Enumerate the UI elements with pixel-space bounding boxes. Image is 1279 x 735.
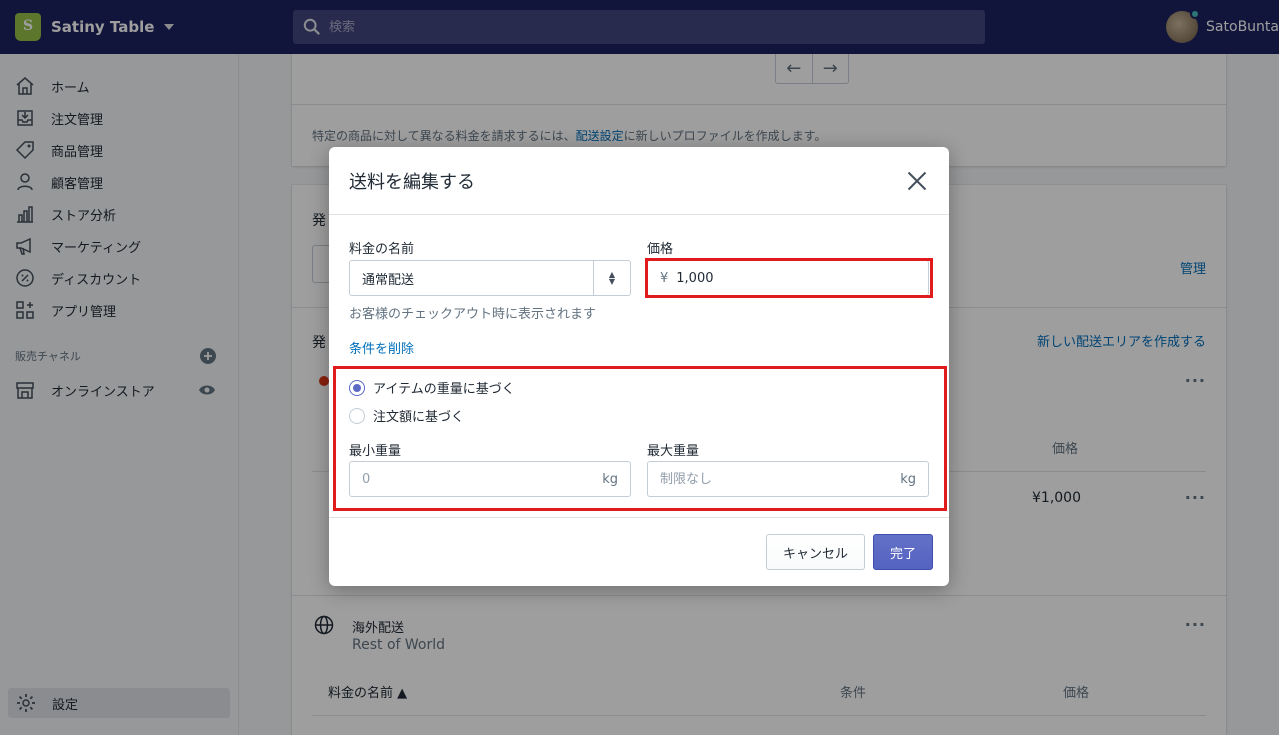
- conditions-highlight-box: [333, 366, 947, 511]
- cancel-button[interactable]: キャンセル: [766, 534, 865, 570]
- done-button[interactable]: 完了: [873, 534, 933, 570]
- price-highlight-box: [645, 258, 933, 298]
- rate-name-value: 通常配送: [362, 272, 415, 288]
- modal-title: 送料を編集する: [349, 171, 475, 193]
- rate-name-help: お客様のチェックアウト時に表示されます: [349, 307, 597, 322]
- modal-header: 送料を編集する: [329, 147, 949, 215]
- modal-footer: キャンセル 完了: [329, 517, 949, 586]
- close-icon[interactable]: [905, 169, 929, 193]
- rate-name-label: 料金の名前: [349, 242, 415, 257]
- select-arrows-icon: ▲ ▼: [593, 261, 630, 295]
- remove-conditions-link[interactable]: 条件を削除: [349, 338, 414, 357]
- rate-name-select[interactable]: 通常配送 ▲ ▼: [349, 260, 631, 296]
- price-label: 価格: [647, 242, 674, 257]
- edit-rate-modal: 送料を編集する 料金の名前 通常配送 ▲ ▼ お客様のチェックアウト時に表示されま…: [329, 147, 949, 586]
